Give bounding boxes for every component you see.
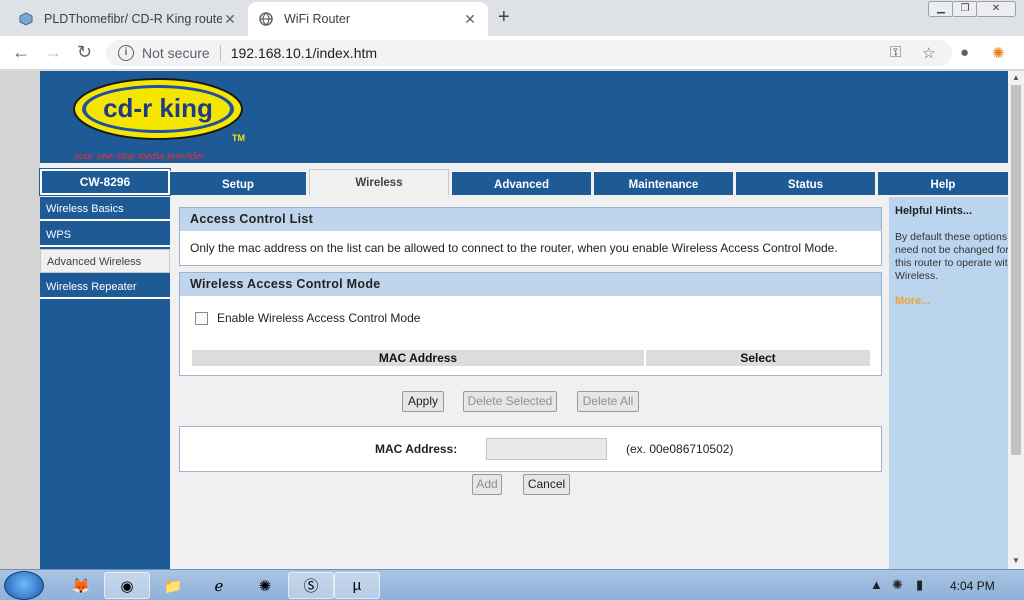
browser-tab-wifi-router[interactable]: WiFi Router ✕ [248,2,488,36]
help-more-link[interactable]: More... [895,295,930,307]
tray-expand-icon[interactable]: ▲ [870,577,883,592]
mac-address-input[interactable] [486,438,607,460]
divider [219,45,221,61]
skype-icon[interactable]: Ⓢ [288,572,334,599]
left-menu: Wireless Basics WPS Advanced Wireless Wi… [40,197,170,569]
internet-explorer-icon[interactable]: ℯ [196,572,242,599]
restore-icon[interactable]: ❐ [952,1,978,17]
menu-item-advanced-wireless[interactable]: Advanced Wireless [40,249,170,273]
tab-advanced[interactable]: Advanced [452,171,591,195]
reload-icon[interactable]: ↻ [77,42,92,63]
menu-item-wps[interactable]: WPS [40,223,170,247]
scroll-up-icon[interactable]: ▲ [1012,73,1020,82]
tab-setup[interactable]: Setup [170,171,306,195]
key-icon[interactable]: ⚿ [890,44,901,61]
column-header-mac: MAC Address [192,350,644,366]
address-bar: ← → ↻ i Not secure 192.168.10.1/index.ht… [0,36,1024,70]
delete-selected-button[interactable]: Delete Selected [463,391,557,412]
mac-table: MAC Address Select [190,348,872,368]
mac-address-example: (ex. 00e086710502) [626,442,734,456]
section-title: Access Control List [180,208,881,231]
access-control-list-section: Access Control List Only the mac address… [179,207,882,266]
close-tab-icon[interactable]: ✕ [222,11,238,28]
enable-acl-checkbox-row[interactable]: Enable Wireless Access Control Mode [195,311,420,325]
info-icon[interactable]: i [118,45,134,61]
page-viewport: cd-r king TM your one-stop media provide… [0,71,1008,569]
model-label: CW-8296 [39,168,171,196]
cdrking-logo: cd-r king TM your one-stop media provide… [72,75,252,162]
delete-all-button[interactable]: Delete All [577,391,639,412]
utorrent-icon[interactable]: µ [334,572,380,599]
mac-address-label: MAC Address: [375,442,458,456]
url-text: 192.168.10.1/index.htm [230,45,378,61]
app-icon[interactable]: ✺ [242,572,288,599]
browser-tab-pldt[interactable]: PLDThomefibr/ CD-R King router ✕ [8,2,248,36]
globe-icon [258,11,274,27]
tab-wireless[interactable]: Wireless [309,169,449,195]
apply-button[interactable]: Apply [402,391,444,412]
tray-app-icon[interactable]: ✺ [892,577,903,593]
firefox-icon[interactable]: 🦊 [58,572,104,599]
section-title: Wireless Access Control Mode [180,273,881,296]
battery-icon[interactable]: ▮ [916,577,923,593]
tab-title: PLDThomefibr/ CD-R King router [44,12,222,26]
svg-text:TM: TM [232,133,245,143]
file-explorer-icon[interactable]: 📁 [150,572,196,599]
scroll-down-icon[interactable]: ▼ [1012,556,1020,565]
tab-title: WiFi Router [284,12,350,26]
back-icon[interactable]: ← [12,42,30,63]
browser-tab-bar: PLDThomefibr/ CD-R King router ✕ WiFi Ro… [0,0,1024,36]
close-window-icon[interactable]: ✕ [976,1,1016,17]
scroll-thumb[interactable] [1011,85,1021,455]
new-tab-icon[interactable]: + [498,6,510,29]
cancel-button[interactable]: Cancel [523,474,570,495]
svg-text:cd-r king: cd-r king [103,93,213,123]
router-header: cd-r king TM your one-stop media provide… [40,71,1008,163]
router-page: cd-r king TM your one-stop media provide… [39,71,1008,569]
clock[interactable]: 4:04 PM [950,579,995,593]
minimize-icon[interactable]: ▁ [928,1,954,17]
windows-taskbar: 🦊 ◉ 📁 ℯ ✺ Ⓢ µ ▲ ✺ ▮ 4:04 PM [0,569,1024,600]
checkbox-label: Enable Wireless Access Control Mode [217,311,421,325]
chrome-icon[interactable]: ◉ [104,572,150,599]
add-mac-section: MAC Address: (ex. 00e086710502) [179,426,882,472]
router-favicon-icon [18,11,34,27]
tab-help[interactable]: Help [878,171,1008,195]
page-scrollbar[interactable]: ▲ ▼ [1008,71,1024,569]
add-button[interactable]: Add [472,474,502,495]
help-title: Helpful Hints... [895,205,972,217]
start-button[interactable] [4,571,44,600]
star-icon[interactable]: ☆ [922,44,935,62]
acl-description: Only the mac address on the list can be … [190,241,838,255]
extension-icon[interactable]: ✺ [992,44,1005,62]
account-icon[interactable]: ● [960,44,969,61]
forward-icon[interactable]: → [44,42,62,63]
help-panel: Helpful Hints... By default these option… [889,197,1008,569]
close-tab-icon[interactable]: ✕ [462,11,478,28]
help-text: By default these options need not be cha… [895,231,1008,282]
tab-status[interactable]: Status [736,171,875,195]
menu-item-wireless-basics[interactable]: Wireless Basics [40,197,170,221]
access-control-mode-section: Wireless Access Control Mode Enable Wire… [179,272,882,376]
svg-text:your one-stop media provider: your one-stop media provider [73,150,205,161]
security-label: Not secure [142,45,210,61]
enable-acl-checkbox[interactable] [195,311,208,325]
tab-maintenance[interactable]: Maintenance [594,171,733,195]
menu-item-wireless-repeater[interactable]: Wireless Repeater [40,275,170,299]
url-input[interactable]: i Not secure 192.168.10.1/index.htm [106,40,952,66]
column-header-select: Select [646,350,870,366]
